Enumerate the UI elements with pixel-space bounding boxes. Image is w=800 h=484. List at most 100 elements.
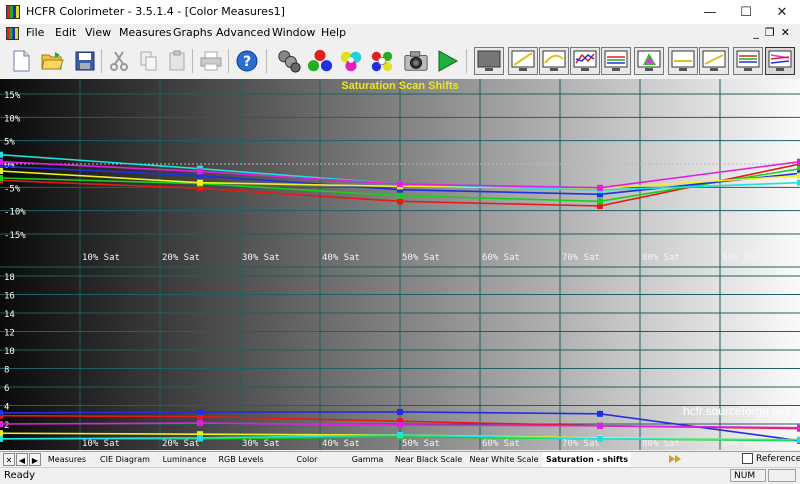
y-tick-label: 18 [4,273,15,283]
x-tick-label: 30% Sat [242,439,280,449]
toolbar-separator [192,49,193,73]
toolbar-separator [466,49,467,73]
y-tick-label: 12 [4,329,15,339]
shift-point-magenta [197,168,203,175]
document-icon[interactable] [6,27,19,40]
close-button[interactable]: ✕ [764,0,800,24]
shift-point-green [597,198,603,205]
menu-bar: File Edit View Measures Graphs Advanced … [0,24,800,43]
x-tick-label: 30% Sat [242,253,280,263]
graph-line-icon[interactable] [508,47,538,75]
shift-point-magenta [0,158,3,165]
shift-point-yellow [0,168,3,174]
graph-rgb-icon[interactable] [601,47,631,75]
menu-view[interactable]: View [85,26,111,39]
cut-scissors-icon[interactable] [106,48,132,74]
graph-curve-icon[interactable] [539,47,569,75]
sheet-tab-bar: ✕ ◀ ▶ Measures CIE Diagram Luminance RGB Le… [0,451,800,479]
saturation-chart[interactable]: 15% 10% 5% 0% -5% -10% -15% 10% Sat 20% Sat 30% S… [0,79,800,450]
color-circles-icon[interactable] [338,48,364,74]
x-tick-label: 50% Sat [402,253,440,263]
delta-point-blue [197,408,203,415]
reference-label: Reference [756,453,800,464]
tab-near-black-scale[interactable]: Near Black Scale [392,452,465,467]
status-bar: Ready NUM [0,467,800,484]
tab-first-button[interactable]: ✕ [3,453,15,466]
toolbar: ? [0,43,800,80]
svg-text:?: ? [243,54,251,70]
help-icon[interactable]: ? [234,48,260,74]
x-tick-label: 20% Sat [162,439,200,449]
y-tick-label: 10 [4,347,15,357]
x-tick-label: 80% Sat [642,253,680,263]
tab-saturation-shifts[interactable]: Saturation - shifts [543,452,631,467]
graph-yellow-icon[interactable] [668,47,698,75]
y-tick-label: 8 [4,366,9,376]
graph-multi-icon[interactable] [570,47,600,75]
watermark-text: hcfr.sourceforge.net [683,404,790,418]
tab-cie-diagram[interactable]: CIE Diagram [94,452,156,467]
graph-cie-icon[interactable] [634,47,664,75]
delta-point-magenta [0,421,3,427]
shift-point-magenta [397,181,403,188]
chart-title: Saturation Scan Shifts [341,80,458,92]
tab-overflow-icon[interactable] [668,453,682,466]
window-title: HCFR Colorimeter - 3.5.1.4 - [Color Meas… [26,5,285,18]
tab-prev-button[interactable]: ◀ [16,453,28,466]
mdi-window-buttons[interactable]: _❐✕ [753,26,796,39]
graph-gray-icon[interactable] [474,47,504,75]
tab-next-button[interactable]: ▶ [29,453,41,466]
title-bar: HCFR Colorimeter - 3.5.1.4 - [Color Meas… [0,0,800,24]
y-tick-label: 2 [4,421,9,431]
tab-luminance[interactable]: Luminance [158,452,211,467]
x-tick-label: 80% Sat [642,439,680,449]
menu-edit[interactable]: Edit [55,26,76,39]
graph-multi-2-icon[interactable] [733,47,763,75]
menu-help[interactable]: Help [321,26,346,39]
x-tick-label: 70% Sat [562,439,600,449]
x-tick-label: 90% Sat [722,253,760,263]
camera-icon[interactable] [403,48,429,74]
print-icon[interactable] [198,48,224,74]
sensor-probe-icon[interactable] [276,48,302,74]
toolbar-separator [266,49,267,73]
save-disk-icon[interactable] [72,48,98,74]
play-measure-icon[interactable] [434,48,460,74]
tab-measures[interactable]: Measures [42,452,92,467]
paste-icon[interactable] [164,48,190,74]
menu-advanced[interactable]: Advanced [216,26,270,39]
open-folder-icon[interactable] [40,48,66,74]
rgb-balls-icon[interactable] [307,48,333,74]
y-tick-label: 5% [4,138,15,148]
copy-icon[interactable] [136,48,162,74]
tab-near-white-scale[interactable]: Near White Scale [467,452,541,467]
graph-yellow-2-icon[interactable] [699,47,729,75]
reference-checkbox-box[interactable] [742,453,753,464]
shift-point-magenta [597,184,603,191]
y-tick-label: -10% [4,208,26,218]
tab-rgb-levels[interactable]: RGB Levels [213,452,269,467]
y-tick-label: 16 [4,292,15,302]
toolbar-separator [228,49,229,73]
menu-measures[interactable]: Measures [119,26,171,39]
menu-file[interactable]: File [26,26,44,39]
delta-point-cyan [397,432,403,439]
num-lock-indicator: NUM [730,469,766,482]
menu-window[interactable]: Window [272,26,315,39]
maximize-button[interactable]: ☐ [728,0,764,24]
menu-graphs[interactable]: Graphs [173,26,212,39]
delta-point-cyan [0,435,3,442]
delta-point-magenta [597,422,603,429]
color-gradient-icon[interactable] [369,48,395,74]
minimize-button[interactable]: — [692,0,728,24]
graph-saturation-icon[interactable] [765,47,795,75]
delta-point-cyan [197,434,203,441]
reference-checkbox[interactable]: Reference [742,453,800,464]
tab-color-temperature[interactable]: Color temperature [271,452,343,479]
x-tick-label: 20% Sat [162,253,200,263]
shift-point-yellow [197,179,203,186]
tab-gamma[interactable]: Gamma [345,452,390,467]
new-document-icon[interactable] [8,48,34,74]
delta-point-cyan [597,435,603,442]
status-text: Ready [4,470,36,481]
